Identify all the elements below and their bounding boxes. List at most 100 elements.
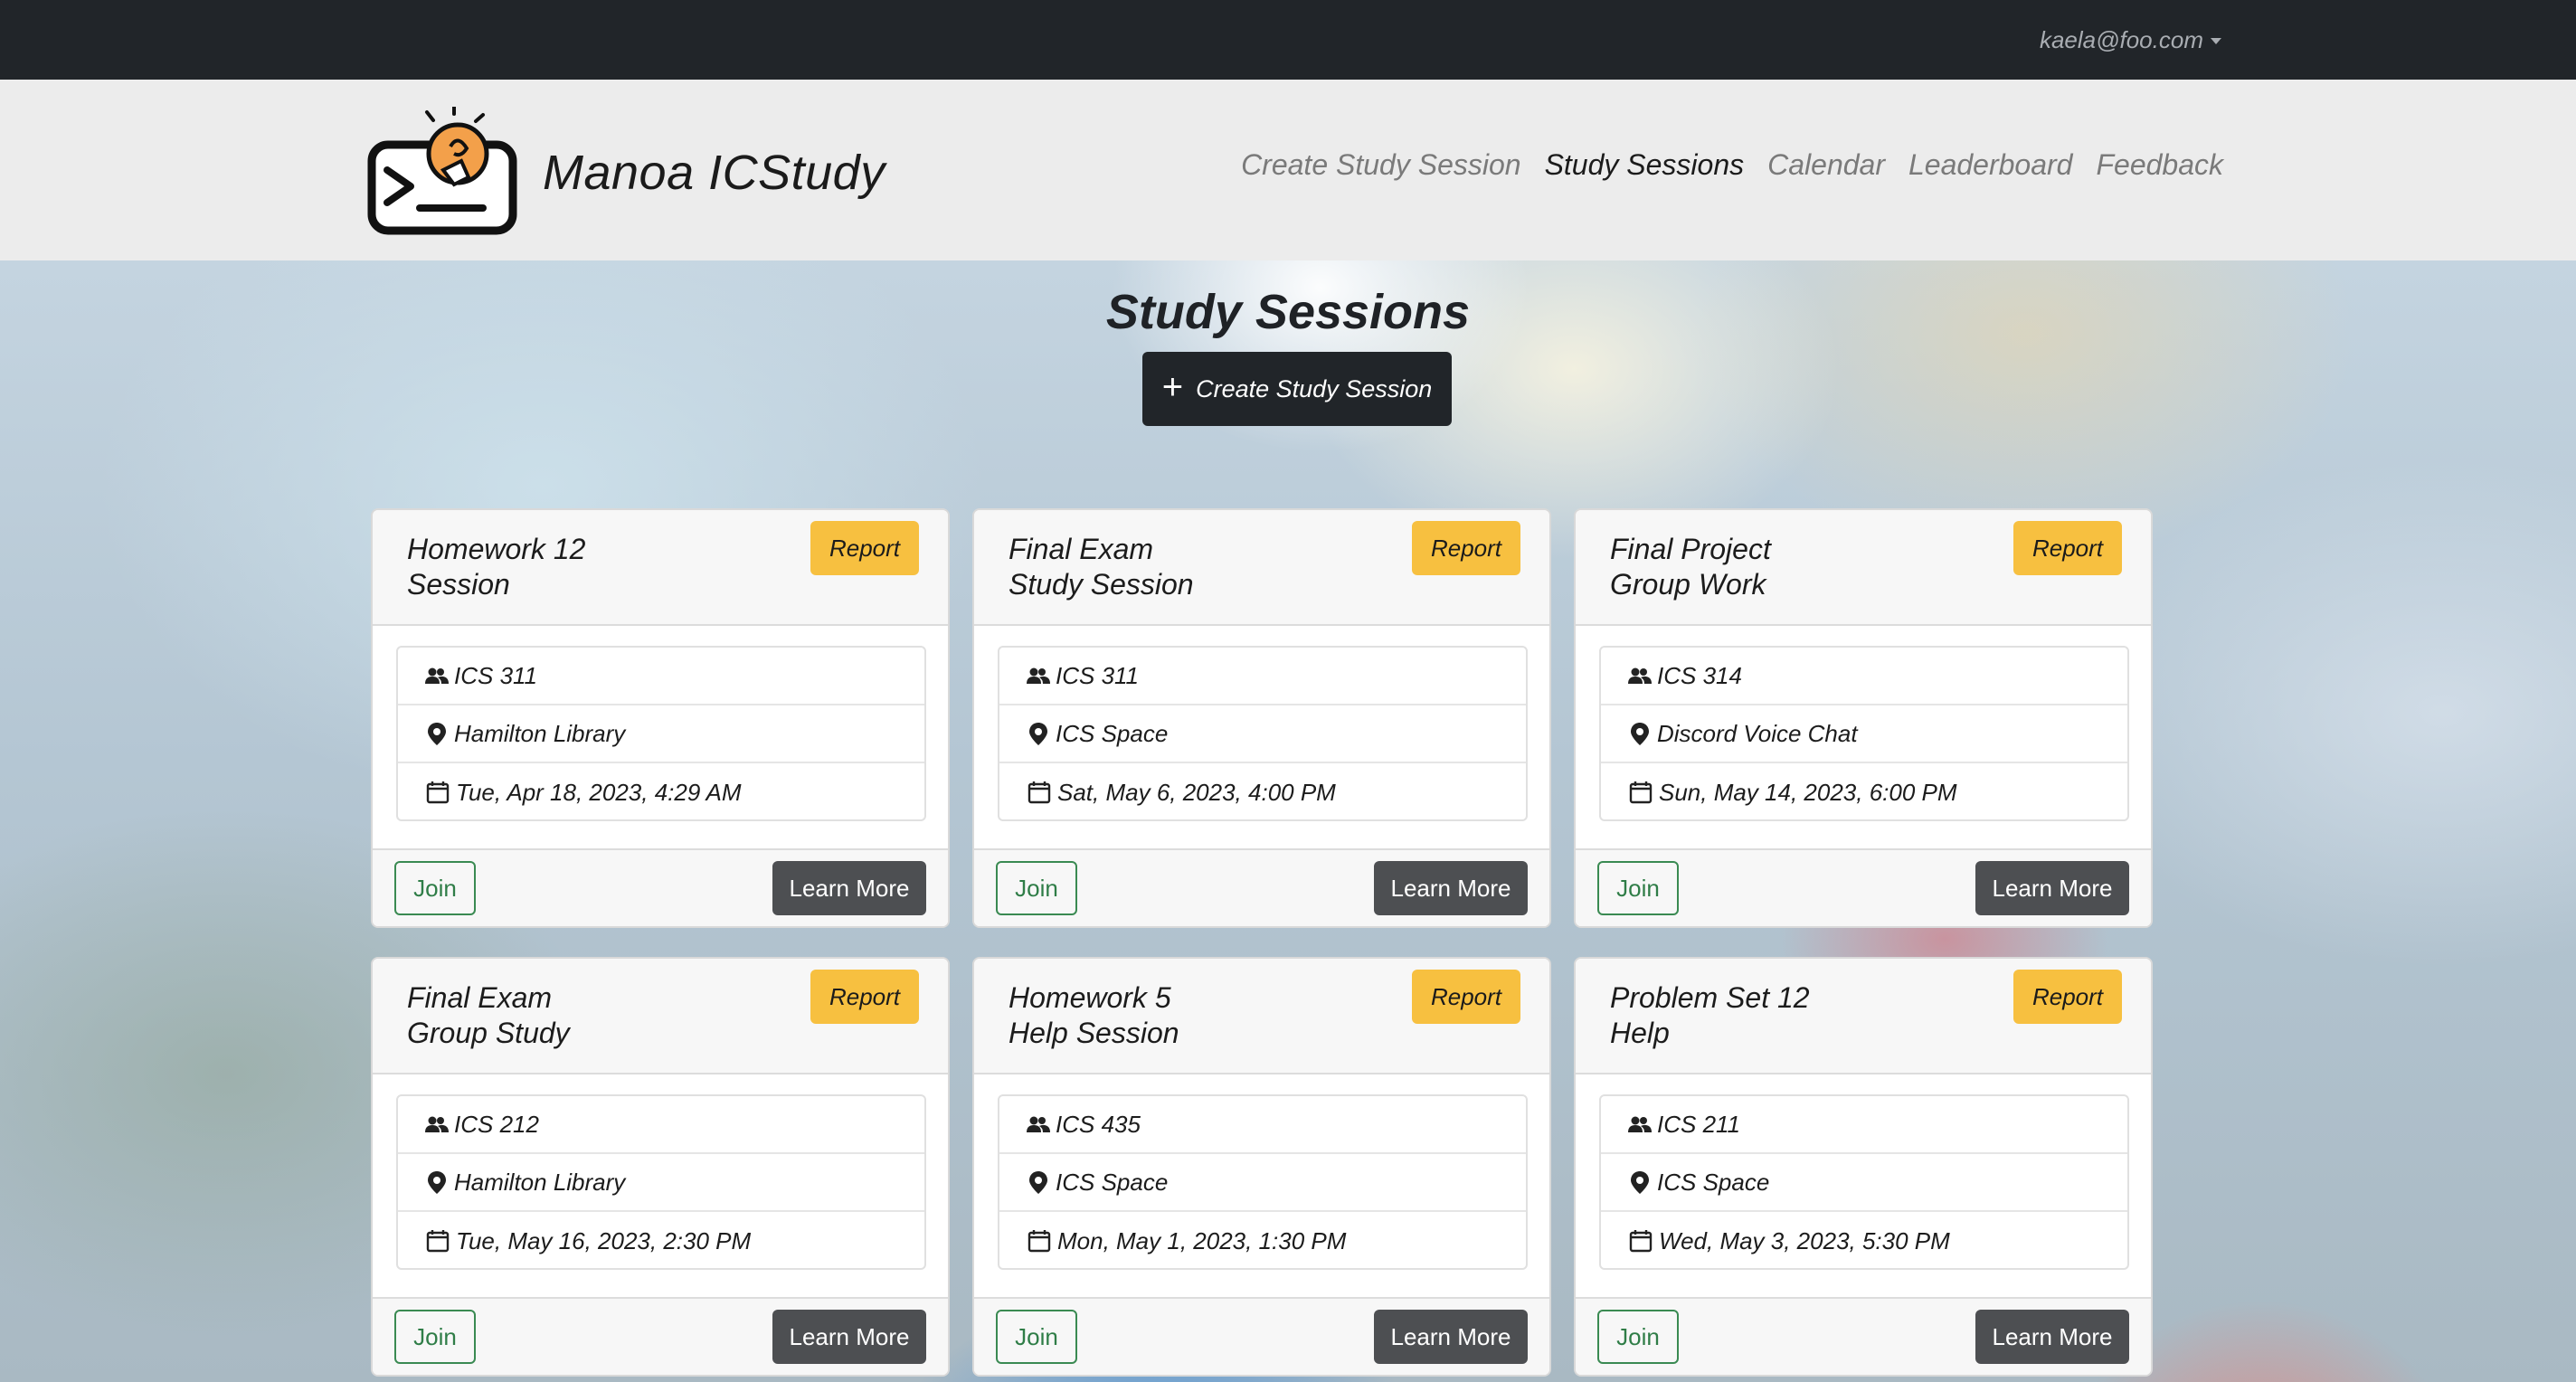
report-button[interactable]: Report xyxy=(1412,521,1520,575)
session-card: Homework 5 Help Session Report ICS 435 I… xyxy=(972,957,1551,1377)
datetime-row: Wed, May 3, 2023, 5:30 PM xyxy=(1601,1212,2127,1270)
people-icon xyxy=(1628,1116,1652,1132)
people-icon xyxy=(1027,667,1050,684)
course-label: ICS 311 xyxy=(1056,661,1140,689)
session-title: Homework 12 Session xyxy=(407,533,586,601)
map-pin-icon xyxy=(428,723,446,745)
logo[interactable] xyxy=(367,107,517,235)
datetime-row: Sat, May 6, 2023, 4:00 PM xyxy=(999,763,1526,821)
calendar-icon xyxy=(1028,1230,1051,1253)
plus-icon: + xyxy=(1161,367,1184,407)
datetime-row: Tue, Apr 18, 2023, 4:29 AM xyxy=(398,763,924,821)
navbar: Manoa ICStudy Create Study Session Study… xyxy=(0,80,2576,260)
card-header: Final Exam Group Study Report xyxy=(373,959,948,1074)
card-footer: Join Learn More xyxy=(373,1297,948,1375)
course-label: ICS 311 xyxy=(454,661,538,689)
session-details: ICS 314 Discord Voice Chat Sun, May 14, … xyxy=(1599,646,2129,821)
calendar-icon xyxy=(1629,781,1653,804)
datetime-row: Sun, May 14, 2023, 6:00 PM xyxy=(1601,763,2127,821)
report-button[interactable]: Report xyxy=(810,970,919,1024)
user-menu-dropdown[interactable]: kaela@foo.com xyxy=(2040,25,2221,54)
course-row: ICS 314 xyxy=(1601,648,2127,705)
location-row: Hamilton Library xyxy=(398,1154,924,1212)
people-icon xyxy=(425,667,449,684)
session-card: Final Exam Group Study Report ICS 212 Ha… xyxy=(371,957,950,1377)
report-button[interactable]: Report xyxy=(2013,970,2122,1024)
sessions-grid: Homework 12 Session Report ICS 311 Hamil… xyxy=(371,508,2153,1382)
course-row: ICS 435 xyxy=(999,1096,1526,1154)
map-pin-icon xyxy=(1631,1171,1649,1194)
datetime-row: Mon, May 1, 2023, 1:30 PM xyxy=(999,1212,1526,1270)
location-label: ICS Space xyxy=(1056,1168,1169,1196)
join-button[interactable]: Join xyxy=(1597,861,1679,915)
datetime-label: Wed, May 3, 2023, 5:30 PM xyxy=(1659,1226,1950,1254)
nav-feedback[interactable]: Feedback xyxy=(2096,148,2223,182)
people-icon xyxy=(425,1116,449,1132)
create-study-session-button[interactable]: + Create Study Session xyxy=(1142,352,1452,426)
course-row: ICS 311 xyxy=(999,648,1526,705)
card-footer: Join Learn More xyxy=(974,1297,1549,1375)
learn-more-button[interactable]: Learn More xyxy=(1975,1310,2129,1364)
report-button[interactable]: Report xyxy=(2013,521,2122,575)
course-row: ICS 311 xyxy=(398,648,924,705)
nav-calendar[interactable]: Calendar xyxy=(1767,148,1885,182)
location-row: ICS Space xyxy=(1601,1154,2127,1212)
learn-more-button[interactable]: Learn More xyxy=(1374,1310,1528,1364)
location-label: Discord Voice Chat xyxy=(1657,719,1858,747)
session-title: Problem Set 12 Help xyxy=(1610,981,1810,1049)
learn-more-button[interactable]: Learn More xyxy=(1975,861,2129,915)
join-button[interactable]: Join xyxy=(996,861,1077,915)
card-header: Final Exam Study Session Report xyxy=(974,510,1549,626)
report-button[interactable]: Report xyxy=(810,521,919,575)
card-footer: Join Learn More xyxy=(1576,1297,2151,1375)
card-footer: Join Learn More xyxy=(1576,848,2151,926)
session-details: ICS 311 Hamilton Library Tue, Apr 18, 20… xyxy=(396,646,926,821)
join-button[interactable]: Join xyxy=(996,1310,1077,1364)
nav-create-study-session[interactable]: Create Study Session xyxy=(1241,148,1521,182)
card-header: Final Project Group Work Report xyxy=(1576,510,2151,626)
join-button[interactable]: Join xyxy=(1597,1310,1679,1364)
report-button[interactable]: Report xyxy=(1412,970,1520,1024)
lightbulb-terminal-logo xyxy=(367,107,517,235)
datetime-row: Tue, May 16, 2023, 2:30 PM xyxy=(398,1212,924,1270)
course-label: ICS 212 xyxy=(454,1110,539,1138)
learn-more-button[interactable]: Learn More xyxy=(1374,861,1528,915)
nav-study-sessions[interactable]: Study Sessions xyxy=(1545,148,1745,182)
main-nav: Create Study Session Study Sessions Cale… xyxy=(1241,148,2223,182)
session-title: Final Exam Group Study xyxy=(407,981,570,1049)
join-button[interactable]: Join xyxy=(394,861,476,915)
calendar-icon xyxy=(1629,1230,1653,1253)
card-header: Problem Set 12 Help Report xyxy=(1576,959,2151,1074)
people-icon xyxy=(1628,667,1652,684)
brand-name[interactable]: Manoa ICStudy xyxy=(543,145,886,201)
session-title: Final Exam Study Session xyxy=(1009,533,1194,601)
location-label: Hamilton Library xyxy=(454,719,626,747)
user-email: kaela@foo.com xyxy=(2039,25,2203,53)
nav-leaderboard[interactable]: Leaderboard xyxy=(1908,148,2072,182)
course-label: ICS 211 xyxy=(1657,1110,1741,1138)
top-bar: kaela@foo.com xyxy=(0,0,2576,80)
people-icon xyxy=(1027,1116,1050,1132)
calendar-icon xyxy=(426,1230,450,1253)
calendar-icon xyxy=(426,781,450,804)
session-title: Final Project Group Work xyxy=(1610,533,1771,601)
card-footer: Join Learn More xyxy=(974,848,1549,926)
session-card: Homework 12 Session Report ICS 311 Hamil… xyxy=(371,508,950,928)
session-card: Final Project Group Work Report ICS 314 … xyxy=(1574,508,2153,928)
course-row: ICS 211 xyxy=(1601,1096,2127,1154)
calendar-icon xyxy=(1028,781,1051,804)
map-pin-icon xyxy=(1029,1171,1047,1194)
location-row: ICS Space xyxy=(999,1154,1526,1212)
session-details: ICS 212 Hamilton Library Tue, May 16, 20… xyxy=(396,1094,926,1270)
caret-down-icon xyxy=(2211,37,2221,44)
datetime-label: Mon, May 1, 2023, 1:30 PM xyxy=(1057,1226,1347,1254)
page-title: Study Sessions xyxy=(1105,285,1471,339)
learn-more-button[interactable]: Learn More xyxy=(772,861,926,915)
location-row: ICS Space xyxy=(999,705,1526,763)
datetime-label: Tue, Apr 18, 2023, 4:29 AM xyxy=(456,778,742,806)
map-pin-icon xyxy=(428,1171,446,1194)
learn-more-button[interactable]: Learn More xyxy=(772,1310,926,1364)
location-label: ICS Space xyxy=(1056,719,1169,747)
join-button[interactable]: Join xyxy=(394,1310,476,1364)
location-label: Hamilton Library xyxy=(454,1168,626,1196)
